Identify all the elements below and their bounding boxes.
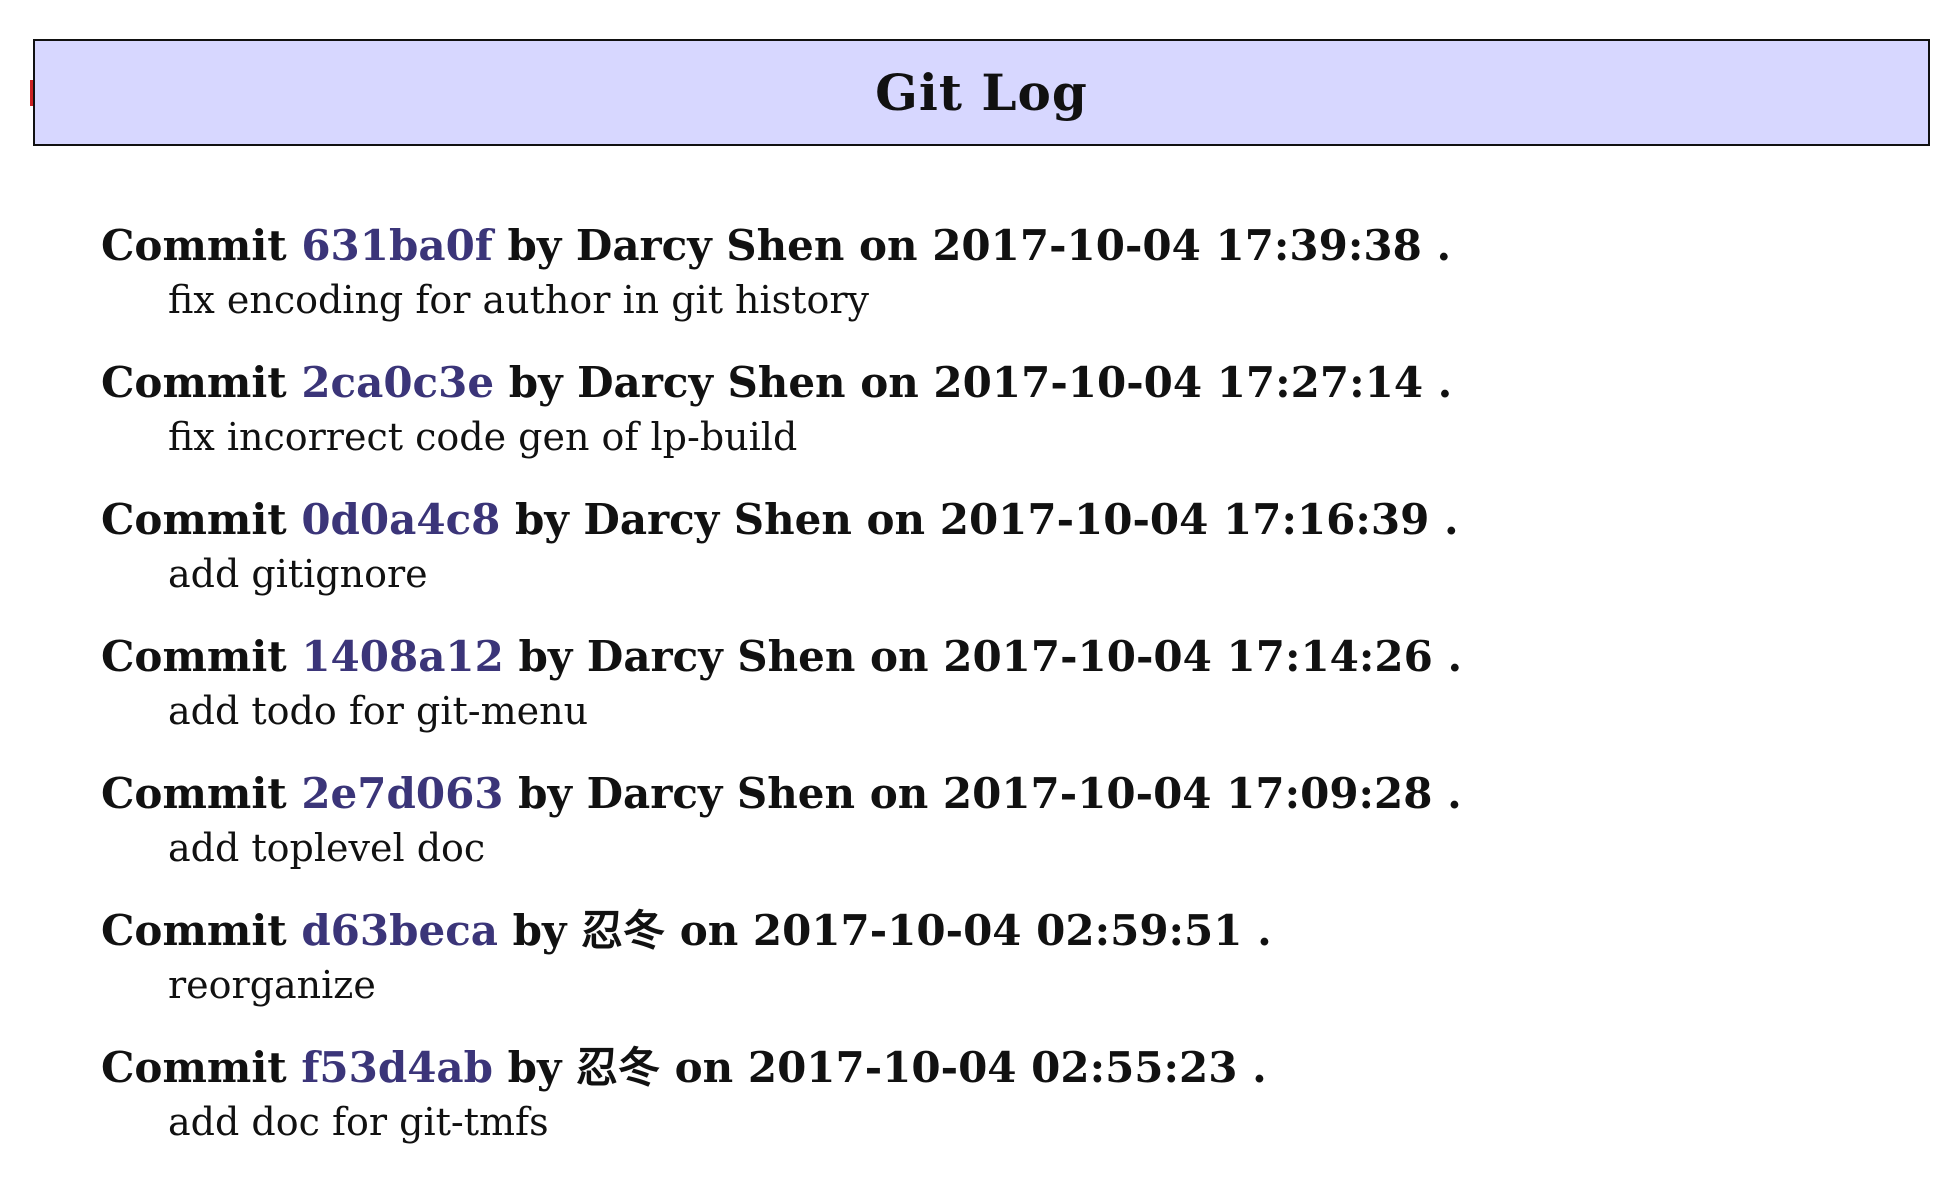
end-mark: . — [1252, 1043, 1267, 1092]
commit-message: add todo for git-menu — [168, 689, 589, 733]
end-mark: . — [1447, 632, 1463, 681]
commit-keyword: Commit — [101, 906, 287, 955]
commit-date: 2017-10-04 17:39:38 — [932, 221, 1422, 270]
commit-message: add toplevel doc — [168, 826, 486, 870]
commit-hash-link[interactable]: 1408a12 — [301, 632, 504, 681]
commit-entry: Commit 2e7d063 by Darcy Shen on 2017-10-… — [101, 766, 1901, 903]
commit-hash-link[interactable]: 2ca0c3e — [301, 358, 494, 407]
end-mark: . — [1443, 495, 1459, 544]
commit-heading: Commit 0d0a4c8 by Darcy Shen on 2017-10-… — [101, 492, 1901, 548]
commit-author: 忍冬 — [576, 1043, 661, 1092]
commit-author: Darcy Shen — [586, 632, 856, 681]
end-mark: . — [1257, 906, 1272, 955]
commit-heading: Commit f53d4ab by 忍冬 on 2017-10-04 02:55… — [101, 1040, 1901, 1096]
commit-keyword: Commit — [101, 632, 287, 681]
commit-keyword: Commit — [101, 1043, 287, 1092]
on-keyword: on — [679, 906, 739, 955]
by-keyword: by — [518, 632, 573, 681]
commit-entry: Commit f53d4ab by 忍冬 on 2017-10-04 02:55… — [101, 1040, 1901, 1177]
commit-message: add doc for git-tmfs — [168, 1100, 549, 1144]
commit-message: reorganize — [168, 963, 376, 1007]
commit-author: Darcy Shen — [577, 358, 846, 407]
by-keyword: by — [508, 358, 563, 407]
by-keyword: by — [507, 221, 562, 270]
commit-hash-link[interactable]: 631ba0f — [301, 221, 493, 270]
by-keyword: by — [515, 495, 569, 544]
commit-date: 2017-10-04 17:27:14 — [933, 358, 1424, 407]
commit-heading: Commit d63beca by 忍冬 on 2017-10-04 02:59… — [101, 903, 1901, 959]
commit-hash-link[interactable]: f53d4ab — [301, 1043, 493, 1092]
log-title-bar: Git Log — [33, 39, 1930, 146]
commit-date: 2017-10-04 02:55:23 — [747, 1043, 1238, 1092]
commit-log-list: Commit 631ba0f by Darcy Shen on 2017-10-… — [101, 218, 1901, 1177]
commit-entry: Commit d63beca by 忍冬 on 2017-10-04 02:59… — [101, 903, 1901, 1040]
by-keyword: by — [518, 769, 572, 818]
commit-hash-link[interactable]: 0d0a4c8 — [301, 495, 500, 544]
commit-message: fix incorrect code gen of lp-build — [168, 415, 798, 459]
on-keyword: on — [859, 221, 918, 270]
end-mark: . — [1447, 769, 1462, 818]
commit-author: Darcy Shen — [583, 495, 852, 544]
commit-author: 忍冬 — [581, 906, 666, 955]
end-mark: . — [1436, 221, 1452, 270]
commit-heading: Commit 1408a12 by Darcy Shen on 2017-10-… — [101, 629, 1901, 685]
commit-entry: Commit 0d0a4c8 by Darcy Shen on 2017-10-… — [101, 492, 1901, 629]
commit-keyword: Commit — [101, 495, 287, 544]
page-title: Git Log — [875, 63, 1088, 122]
commit-message: add gitignore — [168, 552, 428, 596]
end-mark: . — [1437, 358, 1453, 407]
commit-entry: Commit 631ba0f by Darcy Shen on 2017-10-… — [101, 218, 1901, 355]
by-keyword: by — [512, 906, 567, 955]
on-keyword: on — [869, 769, 929, 818]
commit-date: 2017-10-04 17:16:39 — [939, 495, 1430, 544]
commit-entry: Commit 2ca0c3e by Darcy Shen on 2017-10-… — [101, 355, 1901, 492]
on-keyword: on — [674, 1043, 734, 1092]
commit-keyword: Commit — [101, 358, 287, 407]
commit-hash-link[interactable]: d63beca — [301, 906, 498, 955]
commit-date: 2017-10-04 02:59:51 — [752, 906, 1243, 955]
on-keyword: on — [870, 632, 929, 681]
commit-heading: Commit 631ba0f by Darcy Shen on 2017-10-… — [101, 218, 1901, 274]
commit-date: 2017-10-04 17:09:28 — [942, 769, 1433, 818]
by-keyword: by — [507, 1043, 562, 1092]
commit-author: Darcy Shen — [575, 221, 845, 270]
commit-entry: Commit 1408a12 by Darcy Shen on 2017-10-… — [101, 629, 1901, 766]
on-keyword: on — [860, 358, 919, 407]
commit-hash-link[interactable]: 2e7d063 — [301, 769, 503, 818]
commit-heading: Commit 2e7d063 by Darcy Shen on 2017-10-… — [101, 766, 1901, 822]
commit-message: fix encoding for author in git history — [168, 278, 869, 322]
commit-keyword: Commit — [101, 769, 287, 818]
commit-date: 2017-10-04 17:14:26 — [943, 632, 1433, 681]
commit-heading: Commit 2ca0c3e by Darcy Shen on 2017-10-… — [101, 355, 1901, 411]
commit-author: Darcy Shen — [586, 769, 856, 818]
commit-keyword: Commit — [101, 221, 287, 270]
on-keyword: on — [866, 495, 926, 544]
